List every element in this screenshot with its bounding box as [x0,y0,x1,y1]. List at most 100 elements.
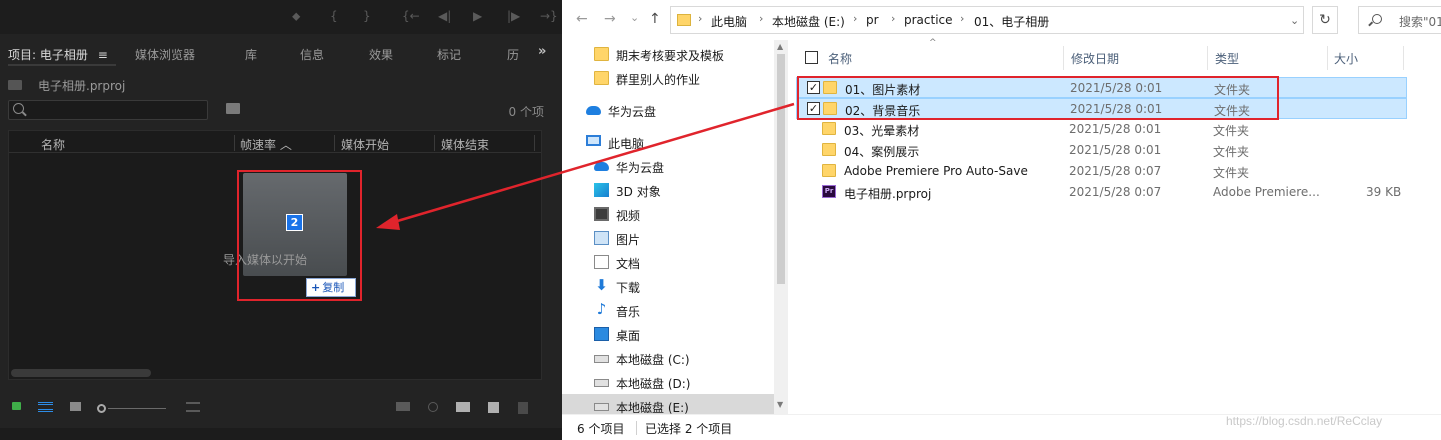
table-row[interactable]: Pr 电子相册.prproj 2021/5/28 0:07 Adobe Premier… [796,182,1407,203]
breadcrumb-pr[interactable]: pr [866,13,879,27]
zoom-slider-track[interactable] [108,408,166,409]
sidebar-item-label: 本地磁盘 (C:) [616,353,690,367]
scroll-down-icon[interactable]: ▼ [777,400,783,409]
new-bin-icon[interactable] [456,402,470,412]
list-view-icon[interactable] [38,402,53,412]
drive-icon [594,379,609,387]
tab-history[interactable]: 历 [507,46,519,63]
address-dropdown-icon[interactable]: ⌄ [1290,14,1299,27]
step-back-button[interactable]: ◀| [438,9,451,23]
sidebar-item[interactable]: 文档 [562,250,774,274]
zoom-slider-handle[interactable] [97,404,106,413]
sidebar-item[interactable]: 期末考核要求及模板 [562,42,774,66]
forward-button[interactable]: → [604,11,616,27]
up-button[interactable]: ↑ [649,11,661,27]
new-search-bin-icon[interactable] [226,103,240,114]
column-name[interactable]: 名称 [41,136,65,153]
active-tab-underline [8,64,116,66]
tab-markers[interactable]: 标记 [437,46,461,63]
sidebar-item[interactable]: 群里别人的作业 [562,66,774,90]
column-date-modified[interactable]: 修改日期 [1071,50,1119,67]
tab-media-browser[interactable]: 媒体浏览器 [135,46,195,63]
table-row[interactable]: 03、光晕素材 2021/5/28 0:01 文件夹 [796,119,1407,140]
breadcrumb-separator[interactable]: › [698,12,702,25]
table-row[interactable]: Adobe Premiere Pro Auto-Save 2021/5/28 0:… [796,161,1407,182]
scroll-up-icon[interactable]: ▲ [777,42,783,51]
sidebar-item[interactable]: ⬇ 下载 [562,274,774,298]
sidebar-item-label: 期末考核要求及模板 [616,49,725,63]
column-type[interactable]: 类型 [1215,50,1239,67]
trash-icon[interactable] [518,402,528,414]
scrollbar-thumb[interactable] [777,54,785,284]
add-marker-button[interactable]: ⬥ [292,9,300,23]
column-frame-rate[interactable]: 帧速率 ︿ [240,136,292,153]
column-size[interactable]: 大小 [1334,50,1358,67]
lock-icon[interactable] [12,402,21,410]
sidebar-item[interactable]: ♪ 音乐 [562,298,774,322]
more-tabs-icon[interactable]: » [538,44,546,59]
tab-effects[interactable]: 效果 [369,46,393,63]
column-divider [1327,46,1328,70]
tab-libraries[interactable]: 库 [245,46,257,63]
address-bar[interactable]: › 此电脑 › 本地磁盘 (E:) › pr › practice › 01、电… [670,6,1304,34]
sidebar-item[interactable]: 3D 对象 [562,178,774,202]
sidebar-item-label: 此电脑 [608,137,645,151]
annotation-highlight-drop [237,170,362,301]
breadcrumb-this-pc[interactable]: 此电脑 [711,13,747,30]
step-forward-button[interactable]: |▶ [507,9,520,23]
select-all-checkbox[interactable] [805,51,818,64]
sidebar-item[interactable]: 此电脑 [562,130,774,154]
play-button[interactable]: ▶ [473,9,482,23]
sort-icons-icon[interactable] [186,402,200,412]
breadcrumb-separator[interactable]: › [960,12,964,25]
breadcrumb-practice[interactable]: practice [904,13,953,27]
column-divider [234,135,235,151]
breadcrumb-drive-e[interactable]: 本地磁盘 (E:) [772,13,845,30]
panel-menu-icon[interactable]: ≡ [98,48,108,62]
back-button[interactable]: ← [576,11,588,27]
new-item-icon[interactable] [488,402,499,413]
column-media-end[interactable]: 媒体结束 [441,136,489,153]
table-row[interactable]: 04、案例展示 2021/5/28 0:01 文件夹 [796,140,1407,161]
breadcrumb-separator[interactable]: › [853,12,857,25]
cloud-icon [586,106,601,115]
sidebar-item-label: 下载 [616,281,641,295]
recent-locations-button[interactable]: ⌄ [630,11,639,24]
sidebar-item[interactable]: 本地磁盘 (C:) [562,346,774,370]
folder-icon [594,71,609,85]
automate-to-sequence-icon[interactable] [396,402,410,411]
column-name[interactable]: 名称 [828,50,852,67]
file-list-header: 名称 修改日期 类型 大小 [792,46,1441,70]
sidebar-item-label: 桌面 [616,329,641,343]
breadcrumb-current-folder[interactable]: 01、电子相册 [974,13,1049,30]
breadcrumb-separator[interactable]: › [891,12,895,25]
navigation-scrollbar[interactable]: ▲ ▼ [774,40,788,414]
horizontal-scrollbar[interactable] [11,369,151,377]
go-to-out-button[interactable]: →} [540,9,558,23]
column-divider [534,135,535,151]
sidebar-item[interactable]: 图片 [562,226,774,250]
project-search-input[interactable] [8,100,208,120]
breadcrumb-separator[interactable]: › [759,12,763,25]
tab-project[interactable]: 项目: 电子相册 ≡ [8,46,108,63]
mark-in-button[interactable]: { [330,9,338,23]
folder-icon [677,14,691,26]
search-icon [1372,14,1382,24]
sidebar-item[interactable]: 本地磁盘 (D:) [562,370,774,394]
search-box[interactable]: 搜索"01 [1358,6,1441,34]
selection-count: 已选择 2 个项目 [645,422,733,436]
sidebar-item[interactable]: 桌面 [562,322,774,346]
sidebar-item[interactable]: 本地磁盘 (E:) [562,394,774,414]
downloads-icon: ⬇ [595,276,608,294]
sidebar-item[interactable]: 华为云盘 [562,98,774,122]
column-media-start[interactable]: 媒体开始 [341,136,389,153]
go-to-in-button[interactable]: {← [402,9,420,23]
find-icon[interactable] [428,402,438,412]
tab-info[interactable]: 信息 [300,46,324,63]
mark-out-button[interactable]: } [363,9,371,23]
sidebar-item[interactable]: 华为云盘 [562,154,774,178]
refresh-button[interactable]: ↻ [1312,6,1338,34]
sidebar-item[interactable]: 视频 [562,202,774,226]
icon-view-icon[interactable] [70,402,81,411]
project-folder-icon [8,80,22,90]
